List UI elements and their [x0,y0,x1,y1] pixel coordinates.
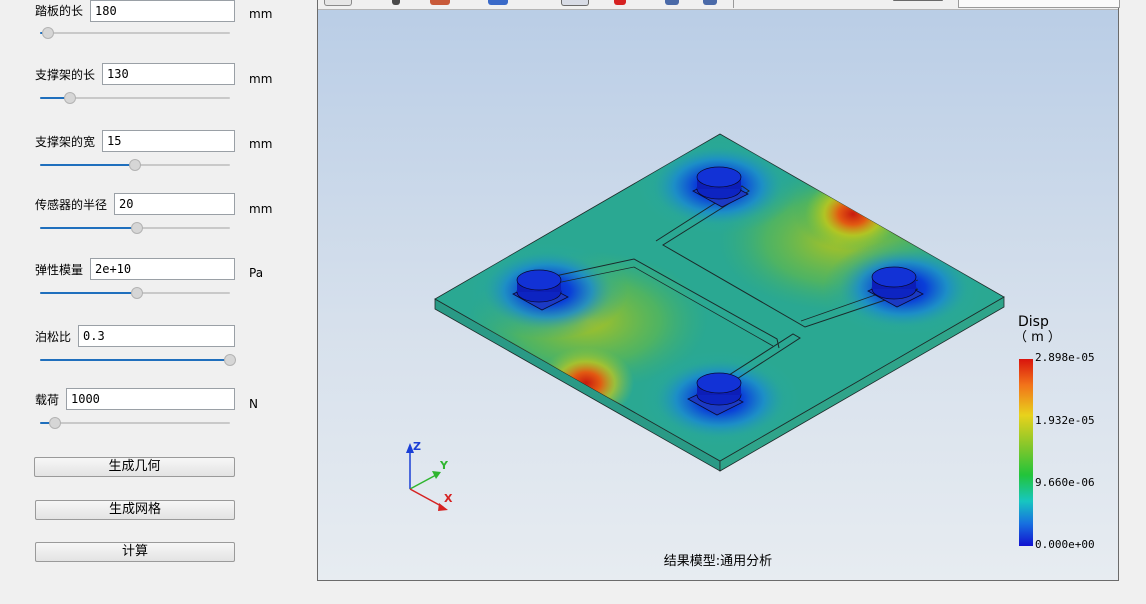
support-width-input[interactable]: 15 [102,130,235,152]
slider-fill [40,359,230,361]
support-width-label: 支撑架的宽 [35,135,96,149]
toolbar-box-icon[interactable] [561,0,589,6]
toolbar-view-icon[interactable] [488,0,508,5]
slider-thumb[interactable] [41,27,54,39]
slider-thumb[interactable] [130,222,143,234]
slider-fill [40,164,135,166]
viewport-status-label: 结果模型:通用分析 [663,554,773,569]
toolbar-clear-icon[interactable] [614,0,626,5]
toolbar-field[interactable] [958,0,1120,8]
sensor-radius-unit: mm [249,202,273,216]
load-unit: N [249,397,258,411]
poisson-ratio-slider[interactable] [40,354,236,366]
load-label: 载荷 [35,393,60,407]
poisson-ratio-input[interactable]: 0.3 [78,325,235,347]
pedal-length-input[interactable]: 180 [90,0,235,22]
fem-result-render: Z Y X [406,133,1033,546]
axis-triad: Z Y X [406,440,453,511]
toolbar-zoom-out-icon[interactable] [703,0,717,5]
axis-label-z: Z [413,440,421,453]
slider-thumb[interactable] [129,159,141,171]
elastic-modulus-unit: Pa [249,266,264,280]
poisson-ratio-label: 泊松比 [35,330,72,344]
legend-mid-low-value: 9.660e-06 [1035,476,1095,489]
sensor-radius-label: 传感器的半径 [35,198,108,212]
axis-label-y: Y [439,459,449,472]
legend-mid-high-value: 1.932e-05 [1035,414,1095,427]
slider-thumb[interactable] [49,417,62,429]
pedal-length-slider[interactable] [40,27,230,39]
compute-button[interactable]: 计算 [35,542,235,562]
legend-min-value: 0.000e+00 [1035,538,1095,551]
support-length-label: 支撑架的长 [35,68,96,82]
pedal-length-label: 踏板的长 [35,4,84,18]
load-slider[interactable] [40,417,230,429]
toolbar-fit-icon[interactable] [324,0,352,6]
toolbar-pick-icon[interactable] [430,0,450,5]
pedal-length-unit: mm [249,7,273,21]
support-length-slider[interactable] [40,92,230,104]
legend-title: Disp [1018,314,1049,330]
elastic-modulus-label: 弹性模量 [35,263,84,277]
sensor-radius-slider[interactable] [40,222,230,234]
toolbar-combo[interactable] [893,0,943,1]
slider-thumb[interactable] [130,287,143,299]
load-input[interactable]: 1000 [66,388,235,410]
support-width-slider[interactable] [40,159,230,171]
elastic-modulus-input[interactable]: 2e+10 [90,258,235,280]
slider-fill [40,292,137,294]
support-length-unit: mm [249,72,273,86]
slider-thumb[interactable] [64,92,77,104]
legend-max-value: 2.898e-05 [1035,351,1095,364]
elastic-modulus-slider[interactable] [40,287,230,299]
generate-geometry-button[interactable]: 生成几何 [34,457,235,477]
support-width-unit: mm [249,137,273,151]
legend-unit: （ m ） [1014,330,1061,345]
toolbar-zoom-in-icon[interactable] [665,0,679,5]
result-viewport[interactable]: Z Y X Disp （ m ） 2.898e-05 1.932e-05 9.6… [317,0,1119,581]
viewport-toolbar [318,0,1120,10]
axis-label-x: X [444,492,453,505]
slider-fill [40,227,137,229]
slider-thumb[interactable] [224,354,236,366]
sensor-radius-input[interactable]: 20 [114,193,235,215]
support-length-input[interactable]: 130 [102,63,235,85]
legend-color-bar [1019,359,1033,546]
generate-mesh-button[interactable]: 生成网格 [35,500,235,520]
toolbar-rotate-icon[interactable] [392,0,400,5]
